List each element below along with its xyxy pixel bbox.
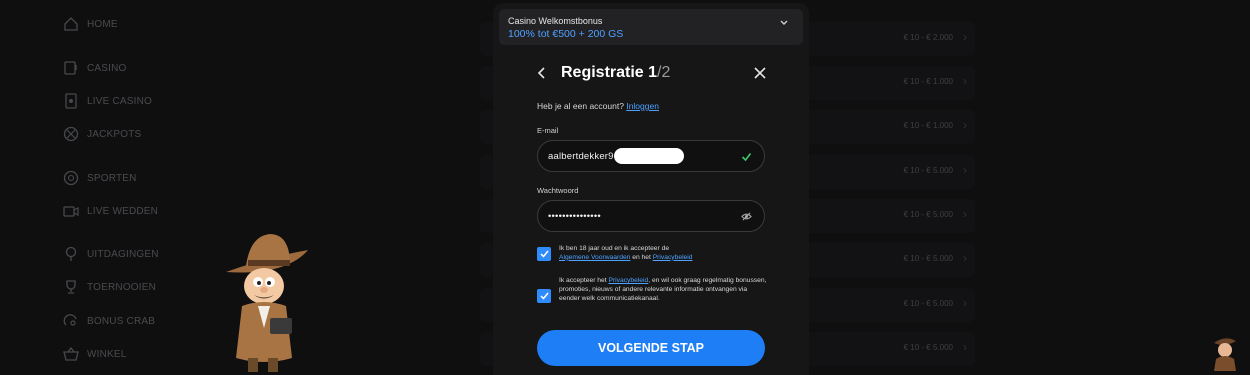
chevron-right-icon: › — [963, 296, 967, 310]
chevron-right-icon: › — [963, 118, 967, 132]
terms-consent: Ik ben 18 jaar oud en ik accepteer de Al… — [537, 245, 767, 263]
sidebar-item-label: SPORTEN — [87, 172, 137, 184]
sidebar-item-live-wedden[interactable]: LIVE WEDDEN — [63, 203, 158, 219]
checkmark-icon — [741, 153, 752, 162]
marketing-text-start: Ik accepteer het — [559, 277, 607, 284]
checkmark-icon — [539, 250, 549, 258]
sidebar-item-label: LIVE WEDDEN — [87, 205, 159, 217]
amount-range: € 10 - € 2.000 — [903, 33, 953, 42]
cup-icon — [66, 280, 76, 294]
back-arrow-icon[interactable] — [537, 67, 547, 79]
password-label: Wachtwoord — [537, 186, 579, 195]
chevron-right-icon: › — [963, 340, 967, 354]
sidebar-item-label: UITDAGINGEN — [87, 248, 159, 260]
sidebar-item-label: HOME — [87, 18, 118, 30]
detective-mascot-image — [226, 234, 308, 372]
terms-link[interactable]: Algemene Voorwaarden — [559, 254, 630, 261]
amount-range: € 10 - € 1.000 — [903, 77, 953, 86]
eye-off-icon[interactable] — [741, 211, 752, 222]
basket-icon — [63, 346, 79, 361]
chevron-right-icon: › — [963, 207, 967, 221]
sidebar-item-live-casino[interactable]: LIVE CASINO — [63, 93, 152, 109]
marketing-consent: Ik accepteer het Privacybeleid, en wil o… — [537, 277, 767, 303]
video-icon — [63, 206, 79, 217]
slot-machine-icon — [64, 61, 77, 75]
terms-text-start: Ik ben 18 jaar oud en ik accepteer de — [559, 245, 670, 252]
registration-header: Registratie 1/2 — [537, 63, 767, 83]
amount-range: € 10 - € 5.000 — [903, 210, 953, 219]
ball-icon — [63, 170, 79, 186]
sidebar-item-label: TOERNOOIEN — [87, 281, 157, 293]
home-icon — [64, 17, 78, 31]
amount-range: € 10 - € 5.000 — [903, 254, 953, 263]
email-field[interactable]: aalbertdekker9 — [537, 140, 765, 172]
email-value: aalbertdekker9 — [548, 150, 614, 162]
bonus-selector[interactable]: Casino Welkomstbonus 100% tot €500 + 200… — [499, 9, 803, 45]
email-label: E-mail — [537, 126, 559, 135]
registration-modal: Casino Welkomstbonus 100% tot €500 + 200… — [493, 3, 809, 375]
page-title: Registratie 1 — [561, 64, 658, 81]
next-step-button[interactable]: VOLGENDE STAP — [537, 330, 765, 366]
terms-text-mid: en het — [632, 253, 651, 261]
checkmark-icon — [539, 292, 549, 300]
sidebar: HOME CASINO LIVE CASINO JACKPOTS SPORTEN… — [55, 0, 195, 375]
support-avatar-icon[interactable] — [1210, 333, 1240, 371]
chevron-right-icon: › — [963, 163, 967, 177]
redaction-bar — [613, 148, 684, 164]
step-indicator: /2 — [657, 64, 671, 81]
bonus-title: Casino Welkomstbonus — [508, 16, 603, 26]
amount-range: € 10 - € 1.000 — [903, 121, 953, 130]
login-prompt: Heb je al een account? Inloggen — [537, 101, 659, 111]
privacy-link[interactable]: Privacybeleid — [653, 254, 693, 261]
amount-range: € 10 - € 5.000 — [903, 166, 953, 175]
jackpot-icon — [63, 126, 79, 142]
chevron-down-icon[interactable] — [779, 19, 789, 27]
login-link[interactable]: Inloggen — [626, 101, 659, 111]
amount-range: € 10 - € 5.000 — [903, 343, 953, 352]
sidebar-item-label: WINKEL — [87, 348, 127, 360]
close-icon[interactable] — [753, 66, 767, 80]
terms-checkbox[interactable] — [537, 247, 551, 261]
chevron-right-icon: › — [963, 251, 967, 265]
sidebar-item-sporten[interactable]: SPORTEN — [63, 170, 137, 186]
sidebar-item-label: JACKPOTS — [87, 128, 142, 140]
password-value: ••••••••••••••• — [548, 210, 601, 222]
amount-range: € 10 - € 5.000 — [903, 299, 953, 308]
sidebar-item-uitdagingen[interactable]: UITDAGINGEN — [63, 246, 159, 262]
bonus-value: 100% tot €500 + 200 GS — [508, 28, 624, 40]
login-question: Heb je al een account? — [537, 101, 624, 111]
sidebar-item-bonus-crab[interactable]: BONUS CRAB — [63, 313, 155, 329]
privacy-link[interactable]: Privacybeleid — [608, 277, 648, 284]
chevron-right-icon: › — [963, 74, 967, 88]
sidebar-item-home[interactable]: HOME — [63, 16, 118, 32]
marketing-text: Ik accepteer het Privacybeleid, en wil o… — [559, 277, 767, 303]
sidebar-item-toernooien[interactable]: TOERNOOIEN — [63, 279, 156, 295]
marketing-checkbox[interactable] — [537, 289, 551, 303]
sidebar-item-label: LIVE CASINO — [87, 95, 152, 107]
sidebar-item-winkel[interactable]: WINKEL — [63, 346, 127, 362]
sidebar-item-casino[interactable]: CASINO — [63, 60, 127, 76]
sidebar-item-label: CASINO — [87, 62, 127, 74]
terms-text: Ik ben 18 jaar oud en ik accepteer de Al… — [559, 245, 692, 263]
card-icon — [65, 93, 77, 109]
chevron-right-icon: › — [963, 30, 967, 44]
crab-icon — [63, 314, 77, 326]
sidebar-item-label: BONUS CRAB — [87, 315, 156, 327]
password-field[interactable]: ••••••••••••••• — [537, 200, 765, 232]
trophy-outline-icon — [65, 246, 77, 261]
sidebar-item-jackpots[interactable]: JACKPOTS — [63, 126, 141, 142]
